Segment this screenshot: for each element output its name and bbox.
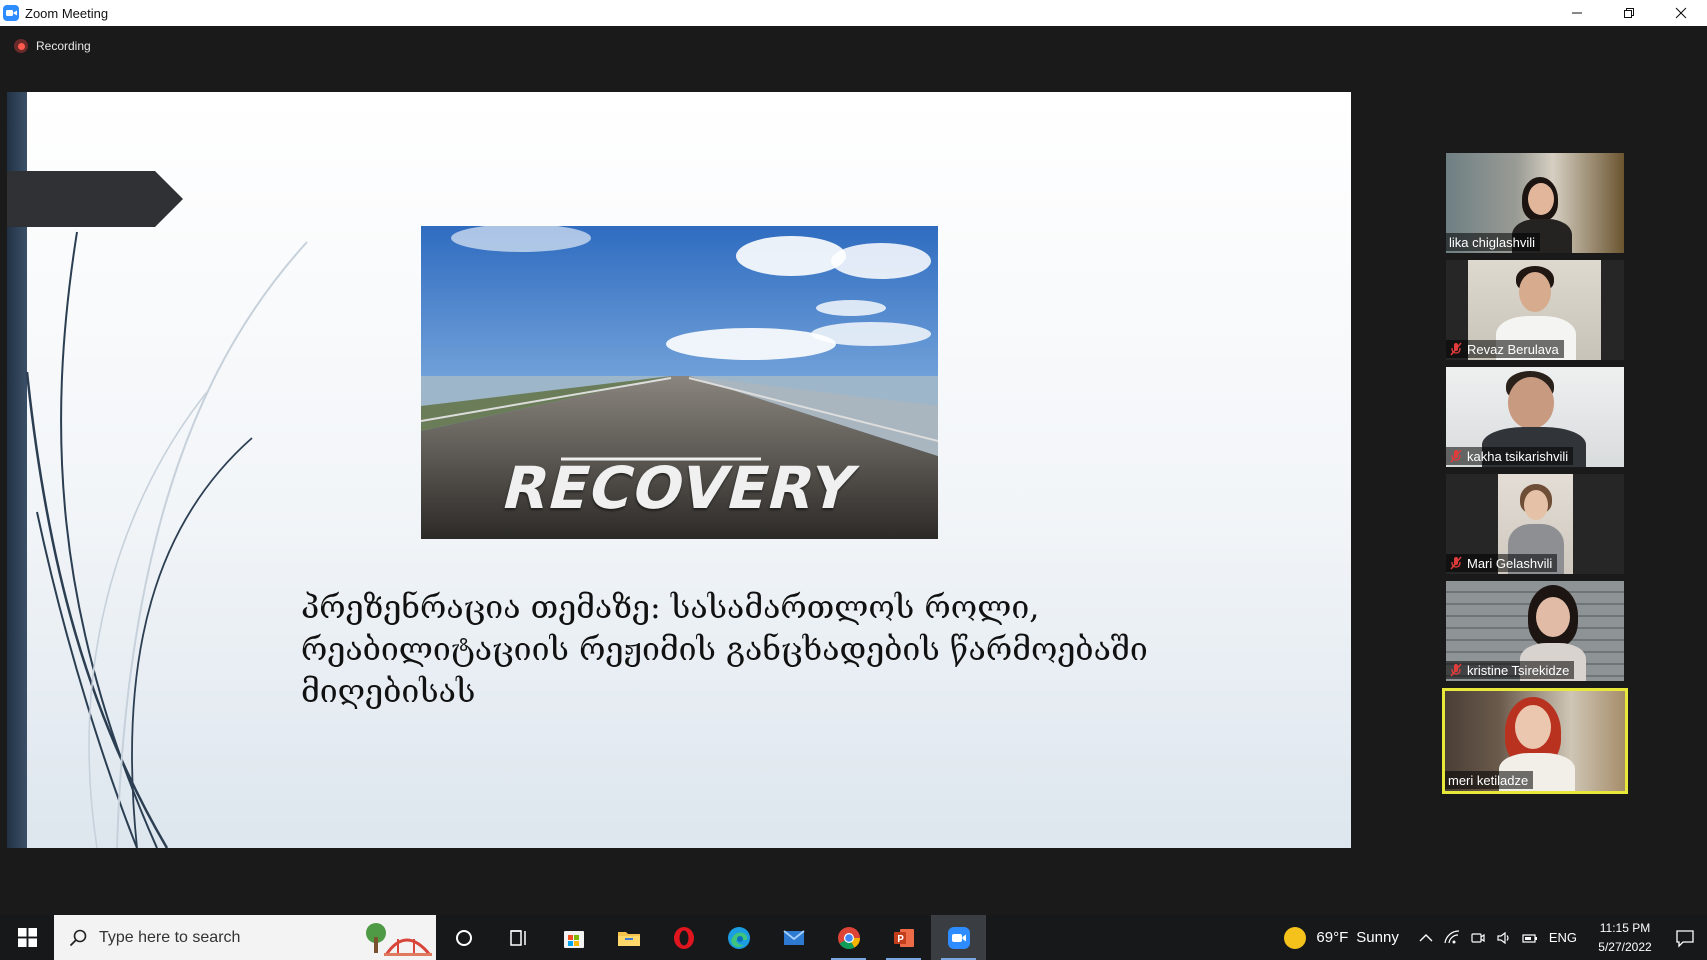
file-explorer-icon [617, 931, 640, 946]
zoom-icon [947, 926, 970, 949]
taskbar-clock[interactable]: 11:15 PM 5/27/2022 [1587, 919, 1663, 957]
search-icon [69, 929, 87, 946]
battery-icon [1522, 933, 1537, 943]
participant-name: meri ketiladze [1448, 772, 1529, 788]
microphone-muted-icon [1450, 342, 1462, 356]
participant-name: lika chiglashvili [1449, 234, 1535, 250]
clock-date: 5/27/2022 [1598, 939, 1652, 954]
participant-name-tag: kakha tsikarishvili [1446, 447, 1574, 465]
weather-condition: Sunny [1356, 929, 1399, 946]
participant-tile[interactable]: Revaz Berulava [1446, 260, 1624, 360]
participant-name-tag: meri ketiladze [1445, 771, 1534, 789]
participant-name: Revaz Berulava [1467, 341, 1559, 357]
zoom-app-icon [3, 5, 19, 21]
participant-name-tag: lika chiglashvili [1446, 233, 1540, 251]
microsoft-store-icon [563, 930, 584, 948]
chevron-up-icon [1419, 933, 1433, 941]
powerpoint-button[interactable] [876, 915, 931, 960]
participant-name-tag: kristine Tsirekidze [1446, 661, 1575, 679]
camera-icon [1471, 932, 1485, 943]
photo-recovery-word: RECOVERY [495, 454, 864, 522]
volume-button[interactable] [1491, 915, 1517, 960]
opera-button[interactable] [656, 915, 711, 960]
clock-time: 11:15 PM [1599, 920, 1651, 935]
participant-tile[interactable]: lika chiglashvili [1446, 153, 1624, 253]
window-controls [1551, 0, 1707, 26]
microphone-muted-icon [1450, 663, 1462, 677]
minimize-button[interactable] [1551, 0, 1603, 26]
input-language-indicator[interactable]: ENG [1549, 930, 1577, 945]
wifi-icon [1444, 929, 1459, 943]
windows-taskbar: Type here to search 69°F Sunny ENG 11:15… [0, 915, 1707, 960]
system-tray: 69°F Sunny ENG 11:15 PM 5/27/2022 [1284, 915, 1707, 960]
search-highlight-illustration-icon [366, 923, 432, 956]
powerpoint-icon [893, 928, 914, 947]
microphone-muted-icon [1450, 449, 1462, 463]
weather-temp: 69°F [1316, 929, 1349, 946]
recovery-road-photo: RECOVERY [421, 226, 938, 539]
battery-button[interactable] [1517, 915, 1543, 960]
close-icon [1675, 7, 1687, 19]
mail-icon [782, 929, 805, 945]
recording-indicator[interactable]: Recording [14, 39, 91, 53]
meet-now-button[interactable] [1465, 915, 1491, 960]
show-hidden-icons-button[interactable] [1413, 915, 1439, 960]
edge-icon [727, 926, 750, 949]
file-explorer-button[interactable] [601, 915, 656, 960]
task-view-button[interactable] [491, 915, 546, 960]
cortana-button[interactable] [436, 915, 491, 960]
participants-gallery: lika chiglashvili Revaz Berulava kakha t… [1442, 153, 1628, 801]
close-button[interactable] [1655, 0, 1707, 26]
recording-dot-icon [14, 39, 28, 53]
network-button[interactable] [1439, 915, 1465, 960]
edge-button[interactable] [711, 915, 766, 960]
taskbar-search-box[interactable]: Type here to search [54, 915, 436, 960]
participant-tile[interactable]: kakha tsikarishvili [1446, 367, 1624, 467]
chrome-icon [837, 926, 860, 949]
minimize-icon [1572, 12, 1582, 14]
participant-name-tag: Revaz Berulava [1446, 340, 1564, 358]
restore-icon [1624, 8, 1634, 18]
search-placeholder: Type here to search [99, 928, 241, 946]
window-titlebar: Zoom Meeting [0, 0, 1707, 26]
notification-icon [1676, 929, 1694, 948]
window-title: Zoom Meeting [25, 5, 109, 21]
slide-arrow-banner [7, 171, 183, 227]
participant-name: kristine Tsirekidze [1467, 662, 1570, 678]
restore-button[interactable] [1603, 0, 1655, 26]
cortana-icon [455, 929, 472, 946]
task-view-icon [509, 929, 526, 946]
sunny-weather-icon [1284, 926, 1307, 949]
slide-caption: პრეზენრაცია თემაზე: სასამართლოს როლი, რე… [301, 588, 1148, 710]
weather-widget[interactable]: 69°F Sunny [1284, 926, 1399, 949]
start-button[interactable] [0, 915, 54, 960]
participant-name-tag: Mari Gelashvili [1446, 554, 1558, 572]
mail-button[interactable] [766, 915, 821, 960]
participant-tile[interactable]: Mari Gelashvili [1446, 474, 1624, 574]
action-center-button[interactable] [1663, 915, 1707, 960]
shared-screen-slide: RECOVERY პრეზენრაცია თემაზე: სასამართლოს… [7, 92, 1351, 848]
participant-name: Mari Gelashvili [1467, 555, 1553, 571]
windows-logo-icon [17, 928, 37, 947]
chrome-button[interactable] [821, 915, 876, 960]
recording-label: Recording [36, 39, 91, 53]
participant-name: kakha tsikarishvili [1467, 448, 1569, 464]
microphone-muted-icon [1450, 556, 1462, 570]
participant-tile-active-speaker[interactable]: meri ketiladze [1442, 688, 1628, 794]
opera-icon [673, 926, 694, 949]
zoom-button[interactable] [931, 915, 986, 960]
microsoft-store-button[interactable] [546, 915, 601, 960]
speaker-icon [1497, 931, 1509, 944]
participant-tile[interactable]: kristine Tsirekidze [1446, 581, 1624, 681]
